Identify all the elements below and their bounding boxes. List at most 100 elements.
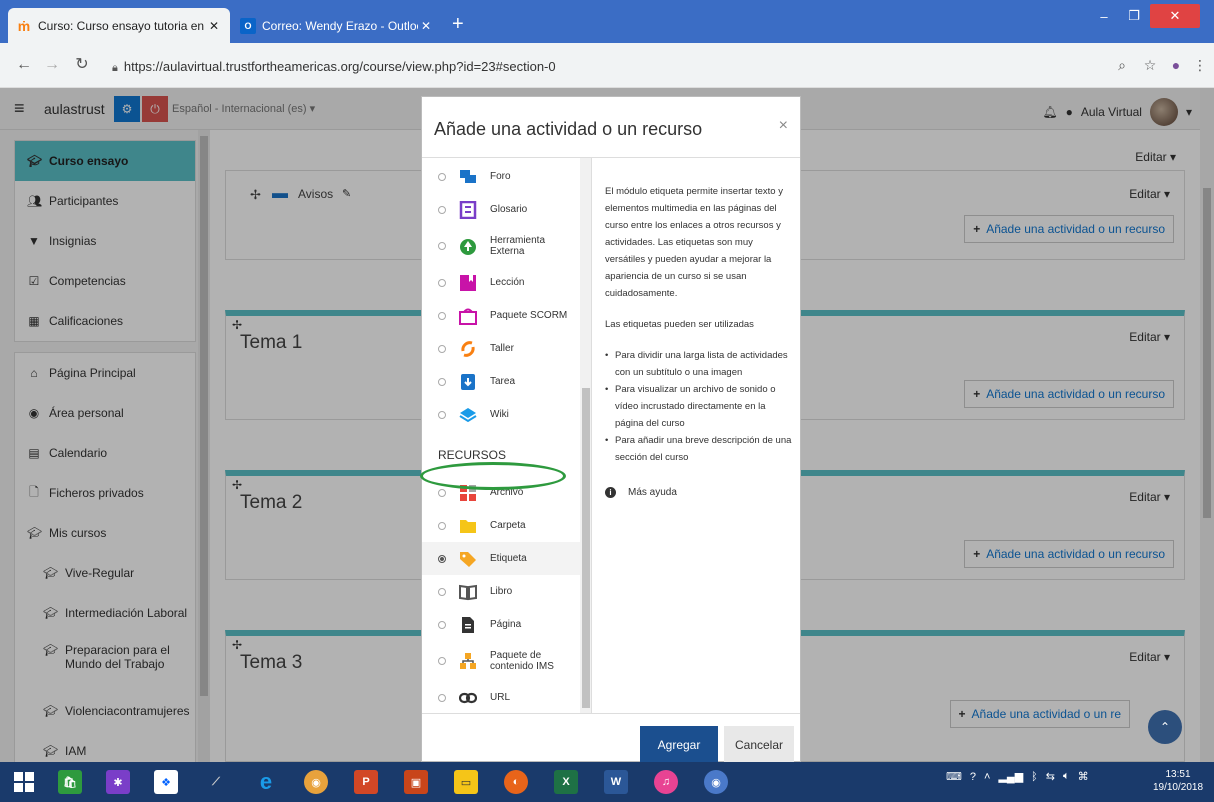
option-carpeta[interactable]: Carpeta	[422, 509, 580, 542]
clock-date: 19/10/2018	[1152, 782, 1204, 793]
workshop-icon	[458, 339, 478, 359]
chrome-icon[interactable]: ◉	[296, 766, 336, 798]
moodle-page: ≡ aulastrust ⚙ ⏻ Español - Internacional…	[0, 88, 1214, 762]
option-etiqueta[interactable]: Etiqueta	[422, 542, 580, 575]
minimize-icon[interactable]: –	[1090, 4, 1118, 28]
microphone-icon[interactable]: ⟋	[196, 766, 236, 798]
description-paragraph: El módulo etiqueta permite insertar text…	[605, 186, 783, 299]
taskbar-clock[interactable]: 13:51 19/10/2018	[1148, 768, 1208, 794]
maximize-icon[interactable]: ❐	[1120, 4, 1148, 28]
tab-outlook[interactable]: O Correo: Wendy Erazo - Outlook ✕	[232, 8, 442, 43]
radio-button[interactable]	[438, 377, 446, 386]
dialog-title: Añade una actividad o un recurso	[434, 119, 703, 139]
store-icon[interactable]: 🛍︎	[50, 766, 90, 798]
option-url[interactable]: URL	[422, 681, 580, 713]
radio-button[interactable]	[438, 488, 446, 497]
option-wiki[interactable]: Wiki	[422, 398, 580, 431]
activity-chooser-dialog: Añade una actividad o un recurso × Foro …	[421, 96, 801, 762]
agregar-button[interactable]: Agregar	[640, 726, 718, 762]
paint-icon[interactable]: ✱	[98, 766, 138, 798]
tag-icon	[458, 549, 478, 569]
more-help-link[interactable]: i Más ayuda	[605, 484, 795, 501]
option-leccion[interactable]: Lección	[422, 266, 580, 299]
address-bar: ← → ↻ 🔒︎ https://aulavirtual.trustforthea…	[0, 43, 1214, 88]
firefox-icon[interactable]: ◐	[496, 766, 536, 798]
radio-button[interactable]	[438, 587, 446, 596]
option-foro[interactable]: Foro	[422, 160, 580, 193]
description-paragraph: Las etiquetas pueden ser utilizadas	[605, 319, 754, 330]
radio-button[interactable]	[438, 554, 446, 563]
radio-button[interactable]	[438, 521, 446, 530]
tab-course[interactable]: ṁ Curso: Curso ensayo tutoria en e ✕	[8, 8, 230, 43]
option-paquete-ims[interactable]: Paquete de contenido IMS	[422, 641, 580, 681]
outlook-icon: O	[240, 17, 256, 34]
tab-title: Curso: Curso ensayo tutoria en e	[38, 18, 206, 33]
new-tab-button[interactable]: +	[452, 14, 464, 34]
tab-title: Correo: Wendy Erazo - Outlook	[262, 18, 418, 33]
internet-explorer-icon[interactable]: e	[246, 766, 286, 798]
zoom-icon[interactable]: ⌕	[1112, 55, 1132, 75]
powerpoint-icon[interactable]: P	[346, 766, 386, 798]
radio-button[interactable]	[438, 620, 446, 629]
radio-button[interactable]	[438, 311, 446, 320]
moodle-icon: ṁ	[17, 17, 31, 34]
sync-icon[interactable]: ⇆	[1046, 770, 1055, 783]
system-tray: ⌨ ? ˄ ▂▄▆ ᛒ ⇆ 🔈︎ ⌘	[946, 770, 1089, 783]
network-icon[interactable]: ▂▄▆	[998, 770, 1023, 783]
dropbox-icon[interactable]: ❖	[146, 766, 186, 798]
highlight-ring	[420, 462, 566, 490]
windows-taskbar: 🛍︎ ✱ ❖ ⟋ e ◉ P ▣ ▭ ◐ X W ♫ ◉ ⌨ ? ˄ ▂▄▆ ᛒ…	[0, 762, 1214, 802]
forward-icon[interactable]: →	[42, 55, 62, 75]
cancelar-button[interactable]: Cancelar	[724, 726, 794, 762]
description-list: Para dividir una larga lista de activida…	[605, 347, 795, 466]
option-libro[interactable]: Libro	[422, 575, 580, 608]
back-icon[interactable]: ←	[14, 55, 34, 75]
list-item: Para añadir una breve descripción de una…	[605, 432, 795, 466]
help-icon[interactable]: ?	[970, 771, 976, 783]
windows-start-icon[interactable]	[4, 766, 44, 798]
radio-button[interactable]	[438, 205, 446, 214]
extension-icon[interactable]: ●	[1166, 55, 1186, 75]
radio-button[interactable]	[438, 344, 446, 353]
close-icon[interactable]: ✕	[206, 19, 222, 33]
volume-icon[interactable]: 🔈︎	[1063, 770, 1070, 783]
option-paquete-scorm[interactable]: Paquete SCORM	[422, 299, 580, 332]
star-icon[interactable]: ☆	[1140, 55, 1160, 75]
presentation-icon[interactable]: ▣	[396, 766, 436, 798]
option-herramienta-externa[interactable]: Herramienta Externa	[422, 226, 580, 266]
option-pagina[interactable]: Página	[422, 608, 580, 641]
reload-icon[interactable]: ↻	[72, 55, 92, 75]
itunes-icon[interactable]: ♫	[646, 766, 686, 798]
back-to-top-button[interactable]: ⌃	[1148, 710, 1182, 744]
radio-button[interactable]	[438, 657, 446, 665]
radio-button[interactable]	[438, 410, 446, 419]
dialog-footer: Agregar Cancelar	[422, 713, 800, 762]
resources-heading: RECURSOS	[438, 448, 507, 462]
info-icon: i	[605, 487, 616, 498]
option-tarea[interactable]: Tarea	[422, 365, 580, 398]
list-item: Para visualizar un archivo de sonido o v…	[605, 381, 795, 432]
menu-icon[interactable]: ⋮	[1190, 55, 1210, 75]
close-icon[interactable]: ×	[779, 117, 788, 135]
close-icon[interactable]: ✕	[418, 19, 434, 33]
lock-icon: 🔒︎	[112, 62, 118, 74]
url-field[interactable]: 🔒︎ https://aulavirtual.trustfortheamerica…	[112, 59, 556, 75]
radio-button[interactable]	[438, 278, 446, 287]
excel-icon[interactable]: X	[546, 766, 586, 798]
chooser-scrollbar[interactable]	[580, 158, 591, 713]
radio-button[interactable]	[438, 172, 446, 181]
radio-button[interactable]	[438, 693, 446, 702]
bluetooth-icon[interactable]: ᛒ	[1031, 771, 1038, 783]
keyboard-icon[interactable]: ⌨	[946, 770, 962, 783]
url-text: https://aulavirtual.trustfortheamericas.…	[123, 59, 556, 74]
chevron-up-icon[interactable]: ˄	[984, 771, 990, 783]
option-glosario[interactable]: Glosario	[422, 193, 580, 226]
language-icon[interactable]: ⌘	[1078, 770, 1089, 783]
radio-button[interactable]	[438, 242, 446, 250]
module-description: El módulo etiqueta permite insertar text…	[605, 183, 795, 501]
chrome-active-icon[interactable]: ◉	[696, 766, 736, 798]
file-explorer-icon[interactable]: ▭	[446, 766, 486, 798]
option-taller[interactable]: Taller	[422, 332, 580, 365]
word-icon[interactable]: W	[596, 766, 636, 798]
window-close-icon[interactable]: ✕	[1150, 4, 1200, 28]
